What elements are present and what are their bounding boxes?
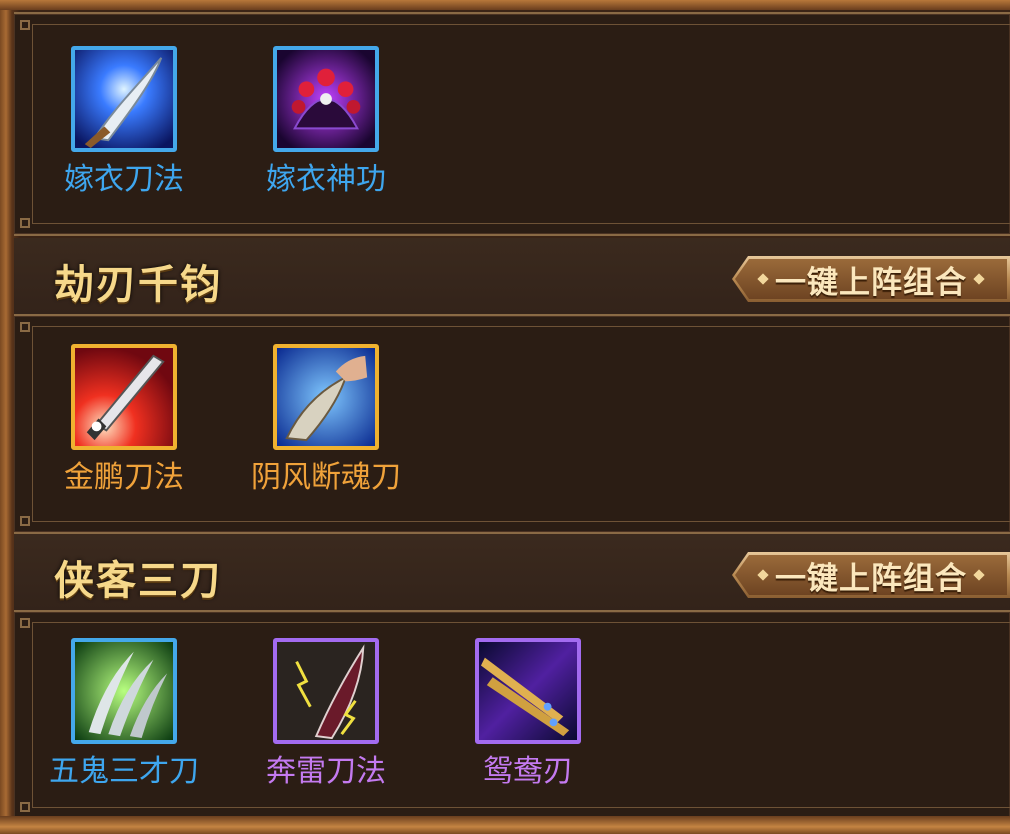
skill-card[interactable]: 嫁衣刀法: [24, 46, 224, 198]
section-title: 劫刃千钧: [54, 261, 222, 308]
skill-name: 嫁衣刀法: [64, 162, 184, 197]
blade-light-icon[interactable]: [71, 46, 177, 152]
skill-card[interactable]: 嫁衣神功: [226, 46, 426, 198]
frame-top-border: [0, 0, 1010, 10]
skill-card[interactable]: 五鬼三才刀: [24, 638, 224, 790]
deploy-combo-label: 一键上阵组合: [775, 264, 967, 301]
deploy-combo-button[interactable]: 一键上阵组合: [732, 552, 1010, 598]
red-blade-icon[interactable]: [71, 344, 177, 450]
frame-bottom-border: [0, 816, 1010, 834]
deploy-combo-button[interactable]: 一键上阵组合: [732, 256, 1010, 302]
skill-card[interactable]: 阴风断魂刀: [226, 344, 426, 496]
skill-card[interactable]: 奔雷刀法: [226, 638, 426, 790]
section-title: 侠客三刀: [54, 557, 222, 604]
section-header: 侠客三刀 一键上阵组合: [14, 534, 1010, 610]
skill-name: 嫁衣神功: [266, 162, 386, 197]
twin-blades-icon[interactable]: [475, 638, 581, 744]
hand-blade-icon[interactable]: [273, 344, 379, 450]
phoenix-crown-icon[interactable]: [273, 46, 379, 152]
skill-card[interactable]: 金鹏刀法: [24, 344, 224, 496]
skill-panel-1: 嫁衣刀法 嫁衣神功: [14, 12, 1010, 236]
skill-name: 鸳鸯刃: [483, 754, 573, 789]
skill-card[interactable]: 鸳鸯刃: [428, 638, 628, 790]
skill-panel-2: 金鹏刀法 阴风断魂刀: [14, 314, 1010, 534]
section-header: 劫刃千钧 一键上阵组合: [14, 238, 1010, 314]
deploy-combo-label: 一键上阵组合: [775, 560, 967, 597]
skill-panel-3: 五鬼三才刀 奔雷刀法 鸳鸯刃: [14, 610, 1010, 820]
skill-name: 奔雷刀法: [266, 754, 386, 789]
skill-name: 五鬼三才刀: [49, 754, 199, 789]
skill-name: 金鹏刀法: [64, 460, 184, 495]
skill-name: 阴风断魂刀: [251, 460, 401, 495]
triple-claw-icon[interactable]: [71, 638, 177, 744]
thunder-blade-icon[interactable]: [273, 638, 379, 744]
